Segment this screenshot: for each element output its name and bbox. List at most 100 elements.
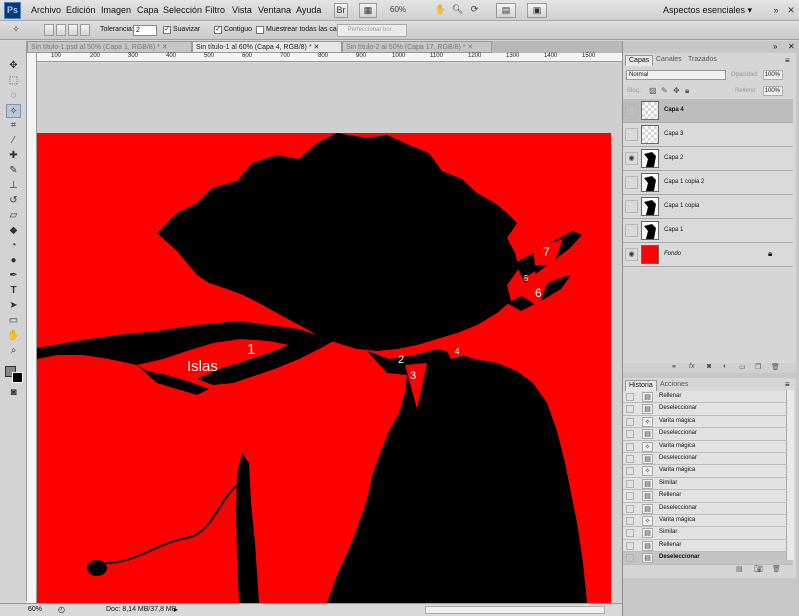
collapse-panels-icon[interactable]: » xyxy=(773,42,777,51)
history-item[interactable]: ✧ Varita mágica xyxy=(623,515,793,528)
history-source-box[interactable] xyxy=(626,479,634,488)
new-selection-icon[interactable] xyxy=(44,24,54,36)
close-icon[interactable]: ✕ xyxy=(784,4,798,16)
layer-row-capa-4[interactable]: Capa 4 xyxy=(623,99,793,123)
refine-edge-button[interactable]: Perfeccionar bor... xyxy=(337,24,407,37)
adjustment-layer-icon[interactable]: ◐ xyxy=(723,363,727,370)
history-item[interactable]: ▤ Rellenar xyxy=(623,539,793,553)
history-source-box[interactable] xyxy=(626,529,634,538)
dodge-tool-icon[interactable]: ● xyxy=(6,254,21,268)
lock-transparency-icon[interactable]: ▨ xyxy=(649,86,657,95)
sample-all-checkbox[interactable] xyxy=(256,26,264,34)
zoom-icon[interactable]: 🔍︎ xyxy=(451,3,464,18)
move-tool-icon[interactable]: ✥ xyxy=(6,59,21,73)
visibility-toggle[interactable] xyxy=(625,176,638,189)
background-color-swatch[interactable] xyxy=(12,372,23,383)
history-item[interactable]: ▤ Deseleccionar xyxy=(623,403,793,416)
history-item[interactable]: ▤ Deseleccionar xyxy=(623,552,793,565)
tab-trazados[interactable]: Trazados xyxy=(685,55,720,66)
close-icon[interactable]: ✕ xyxy=(788,42,795,51)
status-zoom-field[interactable]: 60% xyxy=(28,606,42,613)
history-source-box[interactable] xyxy=(626,417,634,426)
new-snapshot-icon[interactable]: 📷︎ xyxy=(754,565,763,573)
lock-pixels-icon[interactable]: ✎ xyxy=(661,86,668,95)
info-icon[interactable]: ◴ xyxy=(58,605,65,614)
zoom-tool-icon[interactable]: ⌕ xyxy=(6,344,21,358)
tab-document-1[interactable]: Sin título-1.psd al 50% (Capa 1, RGB/8) … xyxy=(27,41,192,53)
workspace-select[interactable]: Aspectos esenciales ▾ xyxy=(663,5,752,16)
menu-seleccion[interactable]: Selección xyxy=(163,5,202,15)
history-source-box[interactable] xyxy=(626,492,634,501)
history-item[interactable]: ▤ Rellenar xyxy=(623,490,793,503)
pen-tool-icon[interactable]: ✒ xyxy=(6,269,21,283)
eraser-tool-icon[interactable]: ▱ xyxy=(6,209,21,223)
history-brush-tool-icon[interactable]: ↺ xyxy=(6,194,21,208)
magic-wand-tool-icon[interactable]: ✧ xyxy=(6,104,21,118)
status-arrow-icon[interactable]: ▸ xyxy=(174,605,178,614)
path-selection-tool-icon[interactable]: ➤ xyxy=(6,299,21,313)
paint-bucket-tool-icon[interactable]: ◆ xyxy=(6,224,21,238)
menu-ventana[interactable]: Ventana xyxy=(258,5,291,15)
tab-acciones[interactable]: Acciones xyxy=(657,380,691,391)
history-source-box[interactable] xyxy=(626,517,634,525)
smooth-checkbox[interactable]: ✓ xyxy=(163,26,171,34)
rectangle-tool-icon[interactable]: ▭ xyxy=(6,314,21,328)
menu-edicion[interactable]: Edición xyxy=(66,5,96,15)
type-tool-icon[interactable]: T xyxy=(6,284,21,298)
layer-style-icon[interactable]: fx xyxy=(689,363,694,370)
eyedropper-tool-icon[interactable]: ⁄ xyxy=(6,134,21,148)
close-icon[interactable]: ✕ xyxy=(467,44,473,51)
close-icon[interactable]: ✕ xyxy=(314,44,320,51)
history-source-box[interactable] xyxy=(626,430,634,439)
history-source-box[interactable] xyxy=(626,554,634,563)
rotate-view-icon[interactable]: ⟳ xyxy=(468,3,481,18)
trash-icon[interactable]: 🗑︎ xyxy=(772,565,781,573)
layer-row-capa-1-copia[interactable]: Capa 1 copia xyxy=(623,195,793,219)
new-layer-icon[interactable]: ❐ xyxy=(755,363,761,371)
clone-stamp-tool-icon[interactable]: ⊥ xyxy=(6,179,21,193)
lasso-tool-icon[interactable]: ◌ xyxy=(6,89,21,103)
hand-tool-icon[interactable]: ✋ xyxy=(6,329,21,343)
layer-row-capa-1[interactable]: Capa 1 xyxy=(623,219,793,243)
visibility-toggle[interactable] xyxy=(625,200,638,213)
menu-archivo[interactable]: Archivo xyxy=(31,5,61,15)
menu-imagen[interactable]: Imagen xyxy=(101,5,131,15)
history-source-box[interactable] xyxy=(626,442,634,451)
visibility-toggle[interactable] xyxy=(625,224,638,237)
intersect-selection-icon[interactable] xyxy=(80,24,90,36)
blend-mode-select[interactable]: Normal xyxy=(626,70,726,80)
layer-row-capa-3[interactable]: Capa 3 xyxy=(623,123,793,147)
tolerance-input[interactable]: 2 xyxy=(133,25,157,36)
history-item[interactable]: ✧ Varita mágica xyxy=(623,440,793,453)
menu-vista[interactable]: Vista xyxy=(232,5,252,15)
visibility-toggle[interactable] xyxy=(625,104,638,117)
layer-row-capa-2[interactable]: ◉ Capa 2 xyxy=(623,147,793,171)
tab-capas[interactable]: Capas xyxy=(625,55,654,66)
horizontal-scrollbar[interactable] xyxy=(425,606,605,614)
screen-mode-icon[interactable]: ▣ xyxy=(527,3,547,18)
tab-document-3[interactable]: Sin título-2 al 50% (Capa 17, RGB/8) * ✕ xyxy=(342,41,492,53)
eye-icon[interactable]: ◉ xyxy=(625,152,638,165)
history-source-box[interactable] xyxy=(626,541,634,550)
contiguous-checkbox[interactable]: ✓ xyxy=(214,26,222,34)
tab-canales[interactable]: Canales xyxy=(653,55,685,66)
history-scrollbar[interactable] xyxy=(786,390,794,560)
history-item[interactable]: ▤ Similar xyxy=(623,477,793,491)
layer-row-capa-1-copia-2[interactable]: Capa 1 copia 2 xyxy=(623,171,793,195)
layer-mask-icon[interactable]: ◙ xyxy=(707,363,711,370)
history-item[interactable]: ▤ Deseleccionar xyxy=(623,502,793,515)
history-item[interactable]: ▤ Deseleccionar xyxy=(623,428,793,441)
history-source-box[interactable] xyxy=(626,393,634,401)
blur-tool-icon[interactable]: ◔ xyxy=(6,239,21,253)
trash-icon[interactable]: 🗑︎ xyxy=(771,363,780,371)
menu-filtro[interactable]: Filtro xyxy=(205,5,225,15)
canvas-area[interactable]: Islas 1 2 3 4 5 6 7 xyxy=(37,63,622,603)
menu-capa[interactable]: Capa xyxy=(137,5,159,15)
marquee-tool-icon[interactable]: ⬚ xyxy=(6,74,21,88)
lock-position-icon[interactable]: ✥ xyxy=(673,86,680,95)
history-source-box[interactable] xyxy=(626,405,634,414)
link-layers-icon[interactable]: ⚭ xyxy=(671,363,677,371)
fill-input[interactable]: 100% xyxy=(763,86,783,96)
quick-mask-icon[interactable]: ◙ xyxy=(6,386,21,400)
history-source-box[interactable] xyxy=(626,467,634,476)
